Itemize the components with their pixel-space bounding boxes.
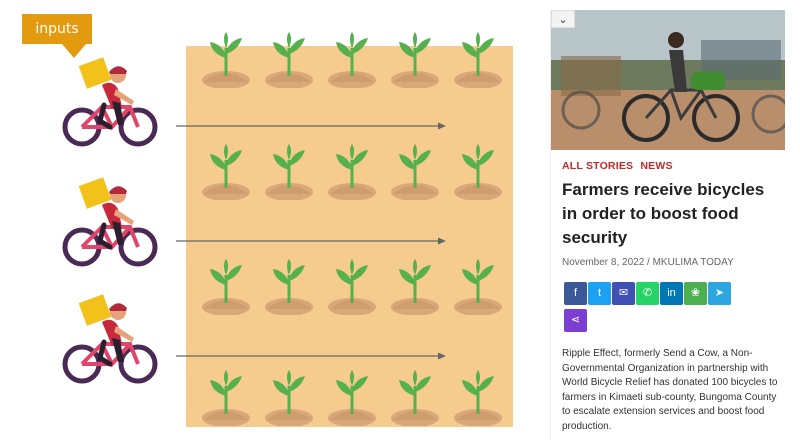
plant-sprout-icon (324, 142, 380, 200)
plant-sprout-icon (198, 30, 254, 88)
category-news[interactable]: NEWS (640, 160, 672, 172)
article-categories: ALL STORIES NEWS (562, 160, 677, 172)
article-headline[interactable]: Farmers receive bicycles in order to boo… (562, 178, 777, 250)
email-icon[interactable]: ✉ (612, 282, 635, 305)
delivery-cyclist-1 (60, 55, 160, 150)
plant-sprout-icon (450, 142, 506, 200)
telegram-icon[interactable]: ➤ (708, 282, 731, 305)
plant-sprout-icon (198, 257, 254, 315)
share-buttons: f t ✉ ✆ in ❀ ➤ ⋖ (564, 282, 764, 336)
article-meta: November 8, 2022 / MKULIMA TODAY (562, 257, 734, 268)
plant-sprout-icon (387, 142, 443, 200)
collapse-button[interactable]: ⌄ (551, 10, 575, 28)
facebook-icon[interactable]: f (564, 282, 587, 305)
input-arrow-1 (176, 122, 446, 130)
category-all-stories[interactable]: ALL STORIES (562, 160, 633, 172)
delivery-cyclist-2 (60, 175, 160, 270)
delivery-cyclist-3 (60, 292, 160, 387)
wechat-icon[interactable]: ❀ (684, 282, 707, 305)
inputs-callout: inputs (22, 14, 92, 58)
plant-sprout-icon (450, 257, 506, 315)
plant-sprout-icon (387, 30, 443, 88)
plant-sprout-icon (198, 368, 254, 426)
twitter-icon[interactable]: t (588, 282, 611, 305)
news-article: ⌄ ALL STORIES NEWS Farmers receive bicyc… (550, 10, 785, 440)
whatsapp-icon[interactable]: ✆ (636, 282, 659, 305)
plant-sprout-icon (261, 30, 317, 88)
plant-sprout-icon (261, 257, 317, 315)
plant-sprout-icon (450, 30, 506, 88)
article-body: Ripple Effect, formerly Send a Cow, a No… (562, 348, 778, 432)
plant-sprout-icon (261, 368, 317, 426)
share-icon[interactable]: ⋖ (564, 309, 587, 332)
article-photo: ⌄ (551, 10, 785, 150)
chevron-down-icon: ⌄ (558, 13, 568, 26)
input-arrow-3 (176, 352, 446, 360)
plant-sprout-icon (450, 368, 506, 426)
plant-sprout-icon (324, 30, 380, 88)
callout-label: inputs (22, 14, 92, 44)
plant-sprout-icon (324, 257, 380, 315)
linkedin-icon[interactable]: in (660, 282, 683, 305)
plant-sprout-icon (261, 142, 317, 200)
plant-sprout-icon (387, 257, 443, 315)
input-arrow-2 (176, 237, 446, 245)
plant-sprout-icon (198, 142, 254, 200)
cyclists-photo-graphic (551, 10, 785, 150)
plant-sprout-icon (324, 368, 380, 426)
plant-sprout-icon (387, 368, 443, 426)
